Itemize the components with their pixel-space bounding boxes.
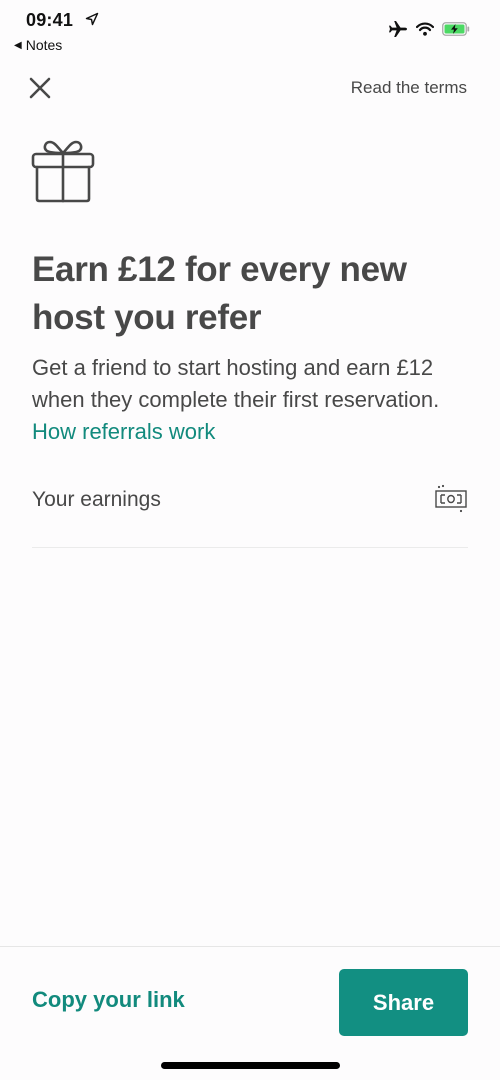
earnings-row[interactable]: Your earnings [32, 478, 468, 548]
gift-icon [31, 140, 95, 203]
how-referrals-work-link[interactable]: How referrals work [32, 419, 215, 444]
back-triangle-icon: ◀ [14, 39, 22, 51]
share-button[interactable]: Share [339, 969, 468, 1036]
back-to-app-button[interactable]: ◀ Notes [14, 37, 62, 53]
copy-link-button[interactable]: Copy your link [32, 987, 185, 1013]
battery-charging-icon [442, 22, 470, 36]
description: Get a friend to start hosting and earn £… [32, 352, 472, 448]
cash-icon [435, 484, 467, 513]
home-indicator[interactable] [161, 1062, 340, 1069]
airplane-icon [389, 21, 407, 37]
headline: Earn £12 for every new host you refer [32, 250, 407, 337]
status-icons [388, 20, 470, 38]
status-bar: 09:41 ◀ Notes [0, 0, 500, 58]
location-arrow-icon [85, 12, 99, 26]
wifi-icon [416, 22, 434, 36]
close-button[interactable] [27, 75, 53, 101]
read-terms-link[interactable]: Read the terms [351, 78, 467, 98]
back-app-label: Notes [25, 37, 63, 53]
description-text: Get a friend to start hosting and earn £… [32, 355, 440, 412]
status-time: 09:41 [26, 10, 74, 30]
footer-bar: Copy your link Share [0, 946, 500, 1080]
earnings-label: Your earnings [32, 488, 161, 511]
